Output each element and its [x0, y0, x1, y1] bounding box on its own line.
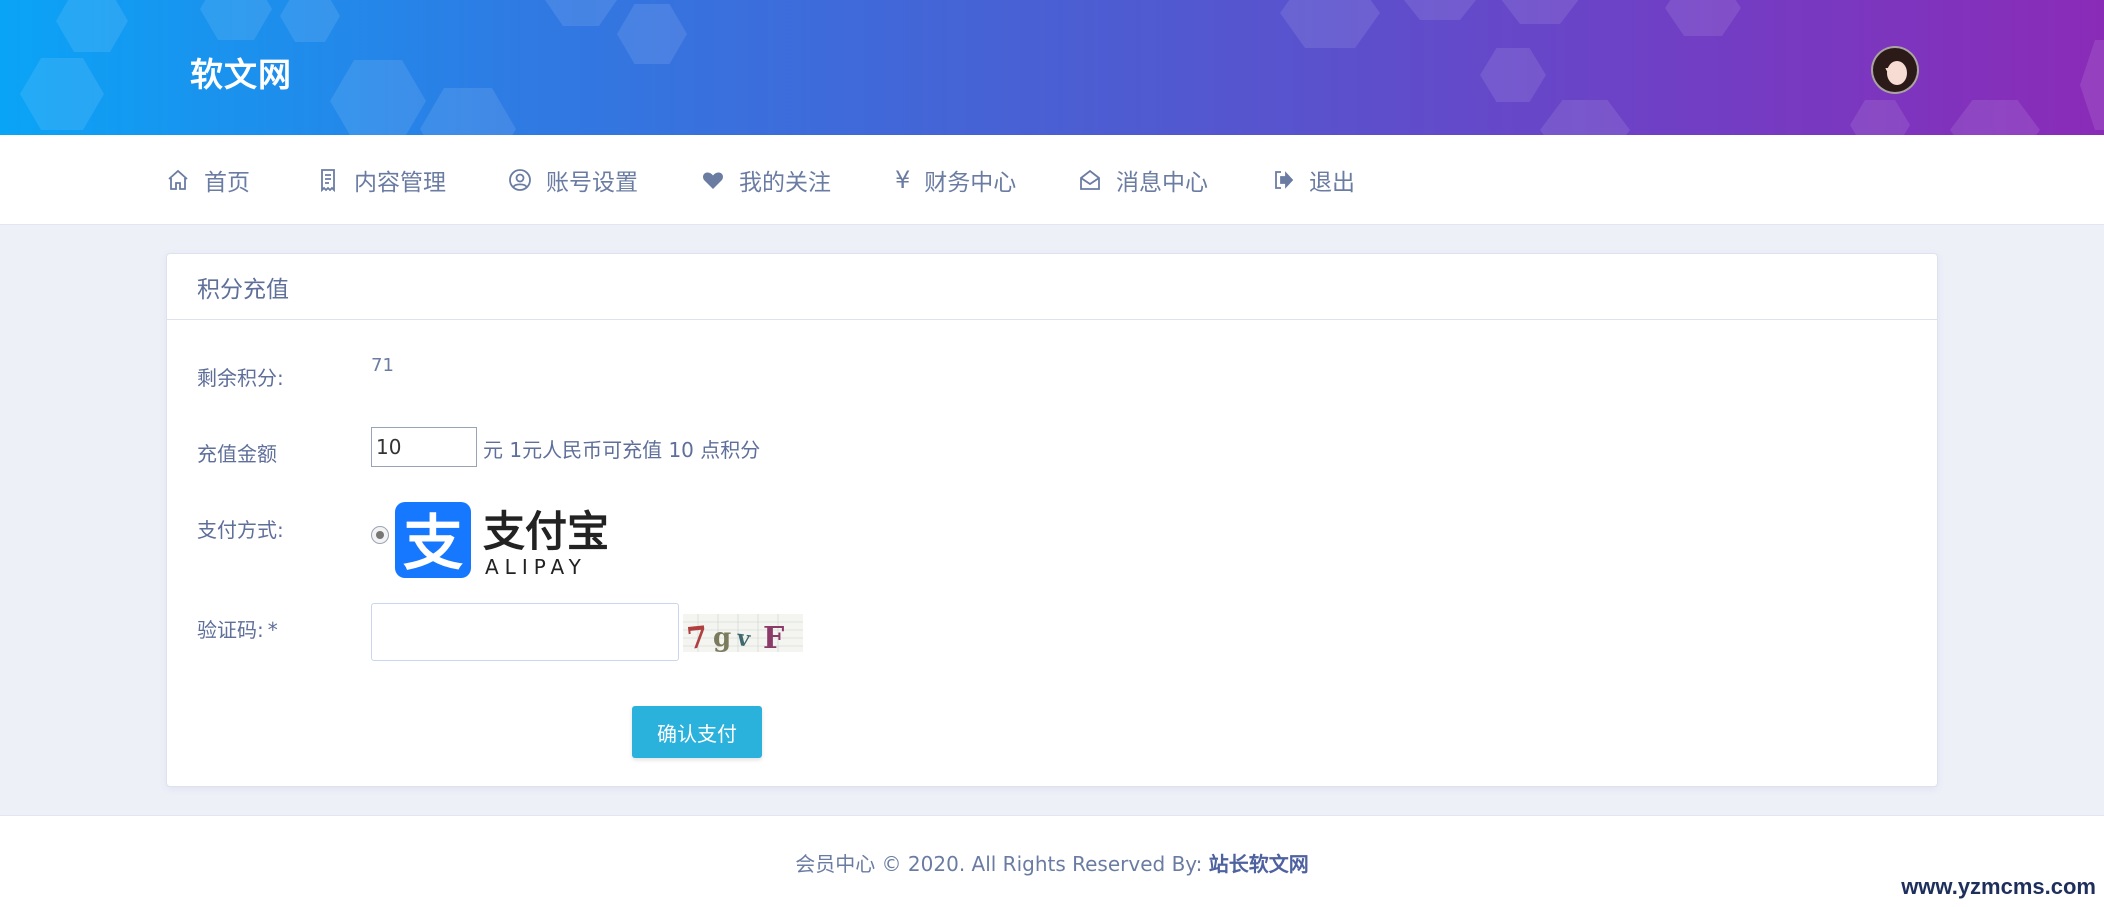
nav-item-messages[interactable]: 消息中心: [1078, 135, 1208, 225]
decor-hexagon: [1950, 100, 2040, 135]
svg-text:支: 支: [403, 509, 463, 579]
decor-hexagon: [1540, 100, 1630, 135]
nav-item-logout[interactable]: 退出: [1271, 135, 1355, 225]
captcha-image[interactable]: 7 g v F: [683, 610, 803, 657]
card-title: 积分充值: [167, 254, 1937, 320]
nav-item-label: 我的关注: [739, 170, 831, 196]
logout-icon: [1275, 171, 1294, 189]
footer-copyright: 会员中心 © 2020. All Rights Reserved By: 站长软…: [0, 848, 2104, 877]
nav-item-follow[interactable]: 我的关注: [701, 135, 831, 225]
amount-input[interactable]: [371, 427, 477, 467]
decor-hexagon: [2080, 40, 2104, 130]
required-mark: *: [267, 618, 278, 642]
captcha-label: 验证码: *: [197, 614, 278, 643]
decor-hexagon: [545, 0, 617, 26]
nav-item-account[interactable]: 账号设置: [508, 135, 638, 225]
footer-prefix: 会员中心 © 2020. All Rights Reserved By:: [795, 852, 1203, 876]
heart-icon: [703, 172, 723, 189]
decor-hexagon: [280, 0, 340, 42]
svg-text:7: 7: [685, 620, 709, 656]
amount-label: 充值金额: [197, 442, 277, 466]
svg-text:ALIPAY: ALIPAY: [485, 555, 587, 579]
document-icon: [321, 169, 335, 192]
footer-brand-link[interactable]: 站长软文网: [1209, 852, 1309, 876]
confirm-pay-button[interactable]: 确认支付: [632, 706, 762, 758]
balance-label: 剩余积分:: [197, 366, 284, 390]
decor-hexagon: [1280, 0, 1380, 48]
nav-item-label: 消息中心: [1116, 170, 1208, 196]
nav-item-label: 退出: [1309, 170, 1355, 196]
main-nav: 首页 内容管理 账号设置 我的关注 ¥ 财务中心 消息中心 退出: [0, 135, 2104, 225]
decor-hexagon: [330, 60, 426, 135]
site-title[interactable]: 软文网: [190, 48, 292, 96]
avatar-face: [1887, 61, 1907, 85]
decor-hexagon: [200, 0, 272, 40]
nav-item-label: 首页: [204, 170, 250, 196]
decor-hexagon: [56, 0, 128, 52]
user-circle-icon: [509, 169, 531, 191]
nav-item-home[interactable]: 首页: [166, 135, 250, 225]
home-icon: [168, 169, 188, 190]
yen-icon: ¥: [895, 166, 911, 194]
decor-hexagon: [1850, 100, 1910, 135]
amount-hint: 元 1元人民币可充值 10 点积分: [483, 438, 761, 462]
recharge-card: 积分充值 剩余积分: 71 充值金额 元 1元人民币可充值 10 点积分 支付方…: [166, 253, 1938, 787]
alipay-radio[interactable]: [371, 526, 389, 544]
decor-hexagon: [420, 88, 516, 135]
header-banner: 软文网: [0, 0, 2104, 135]
nav-item-content[interactable]: 内容管理: [316, 135, 446, 225]
decor-hexagon: [617, 4, 687, 64]
nav-item-label: 财务中心: [924, 170, 1017, 196]
envelope-open-icon: [1080, 169, 1100, 190]
svg-text:F: F: [763, 621, 784, 656]
alipay-logo[interactable]: 支 支付宝 ALIPAY: [395, 502, 609, 582]
watermark: www.yzmcms.com: [1901, 874, 2096, 899]
decor-hexagon: [1400, 0, 1480, 20]
decor-hexagon: [1665, 0, 1741, 36]
nav-item-finance[interactable]: ¥ 财务中心: [895, 135, 1016, 225]
decor-hexagon: [1500, 0, 1580, 24]
pay-method-label: 支付方式:: [197, 518, 284, 542]
balance-value: 71: [371, 355, 394, 376]
decor-hexagon: [1480, 48, 1546, 102]
svg-text:g: g: [713, 623, 731, 653]
captcha-input[interactable]: [371, 603, 679, 661]
nav-item-label: 账号设置: [546, 170, 638, 196]
nav-item-label: 内容管理: [354, 170, 446, 196]
avatar[interactable]: [1871, 46, 1919, 94]
decor-hexagon: [20, 58, 104, 130]
footer: 会员中心 © 2020. All Rights Reserved By: 站长软…: [0, 815, 2104, 907]
svg-text:支付宝: 支付宝: [483, 507, 609, 556]
captcha-label-text: 验证码:: [197, 618, 264, 642]
